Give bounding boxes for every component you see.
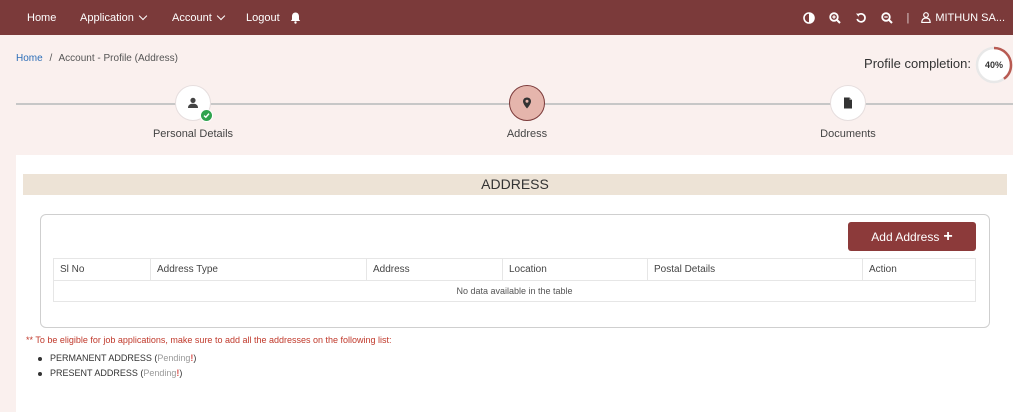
zoom-in-icon[interactable] bbox=[828, 11, 842, 25]
required-address-list: PERMANENT ADDRESS (Pending!) PRESENT ADD… bbox=[38, 351, 196, 381]
profile-completion-percent: 40% bbox=[984, 60, 1003, 70]
nav-home-label: Home bbox=[27, 11, 57, 24]
profile-completion-ring: 40% bbox=[975, 46, 1013, 84]
profile-completion-label: Profile completion: bbox=[864, 56, 971, 71]
column-header-postal-details[interactable]: Postal Details bbox=[647, 258, 863, 281]
user-menu[interactable]: MITHUN SA... bbox=[921, 12, 1005, 24]
step-personal-details[interactable] bbox=[175, 85, 213, 122]
user-name: MITHUN SA... bbox=[935, 11, 1005, 24]
nav-logout-link[interactable]: Logout bbox=[246, 0, 280, 35]
status-badge: Pending bbox=[157, 353, 191, 363]
required-address-name: PERMANENT ADDRESS bbox=[50, 353, 152, 363]
add-address-button[interactable]: Add Address + bbox=[848, 222, 976, 251]
column-header-address[interactable]: Address bbox=[366, 258, 503, 281]
breadcrumb-separator: / bbox=[49, 53, 53, 64]
check-icon bbox=[200, 109, 213, 122]
table-row: No data available in the table bbox=[53, 280, 976, 302]
step-address[interactable] bbox=[509, 85, 545, 121]
breadcrumb: Home / Account - Profile (Address) bbox=[16, 53, 178, 64]
document-icon bbox=[844, 97, 852, 109]
user-icon bbox=[188, 97, 198, 108]
column-header-action[interactable]: Action bbox=[862, 258, 976, 281]
bell-icon[interactable] bbox=[290, 0, 301, 35]
nav-application-menu[interactable]: Application bbox=[80, 0, 148, 35]
eligibility-note: ** To be eligible for job applications, … bbox=[26, 335, 392, 345]
plus-icon: + bbox=[943, 227, 953, 245]
nav-application-label: Application bbox=[80, 11, 134, 24]
column-header-sl-no[interactable]: Sl No bbox=[53, 258, 151, 281]
table-header-row: Sl No Address Type Address Location Post… bbox=[53, 258, 976, 281]
status-close-paren: ) bbox=[179, 368, 183, 378]
reset-icon[interactable] bbox=[854, 11, 868, 25]
section-title: ADDRESS bbox=[23, 174, 1007, 195]
table-empty-message: No data available in the table bbox=[53, 280, 976, 302]
chevron-down-icon bbox=[138, 11, 148, 20]
column-header-location[interactable]: Location bbox=[502, 258, 648, 281]
step-documents[interactable] bbox=[830, 85, 866, 121]
nav-account-label: Account bbox=[172, 11, 212, 24]
nav-separator: | bbox=[906, 11, 910, 24]
zoom-out-icon[interactable] bbox=[880, 11, 894, 25]
list-item: PRESENT ADDRESS (Pending!) bbox=[38, 366, 196, 381]
address-table: Sl No Address Type Address Location Post… bbox=[53, 258, 976, 302]
contrast-icon[interactable] bbox=[802, 11, 816, 25]
add-address-label: Add Address bbox=[871, 229, 940, 244]
nav-account-menu[interactable]: Account bbox=[172, 0, 225, 35]
chevron-down-icon bbox=[216, 11, 225, 20]
column-header-address-type[interactable]: Address Type bbox=[150, 258, 367, 281]
nav-logout-label: Logout bbox=[246, 11, 280, 24]
status-close-paren: ) bbox=[193, 353, 197, 363]
breadcrumb-current: Account - Profile (Address) bbox=[58, 53, 178, 64]
step-label-documents: Documents bbox=[820, 128, 876, 140]
status-badge: Pending bbox=[143, 368, 177, 378]
step-label-personal-details: Personal Details bbox=[152, 128, 234, 140]
nav-toolbar: | MITHUN SA... bbox=[802, 0, 1005, 35]
nav-home-link[interactable]: Home bbox=[27, 0, 56, 35]
user-icon bbox=[921, 12, 932, 23]
required-address-name: PRESENT ADDRESS bbox=[50, 368, 138, 378]
location-pin-icon bbox=[523, 97, 531, 109]
breadcrumb-home-link[interactable]: Home bbox=[16, 53, 43, 64]
step-label-address: Address bbox=[506, 128, 548, 140]
list-item: PERMANENT ADDRESS (Pending!) bbox=[38, 351, 196, 366]
top-navbar: Home Application Account Logout | MITHUN… bbox=[0, 0, 1013, 35]
